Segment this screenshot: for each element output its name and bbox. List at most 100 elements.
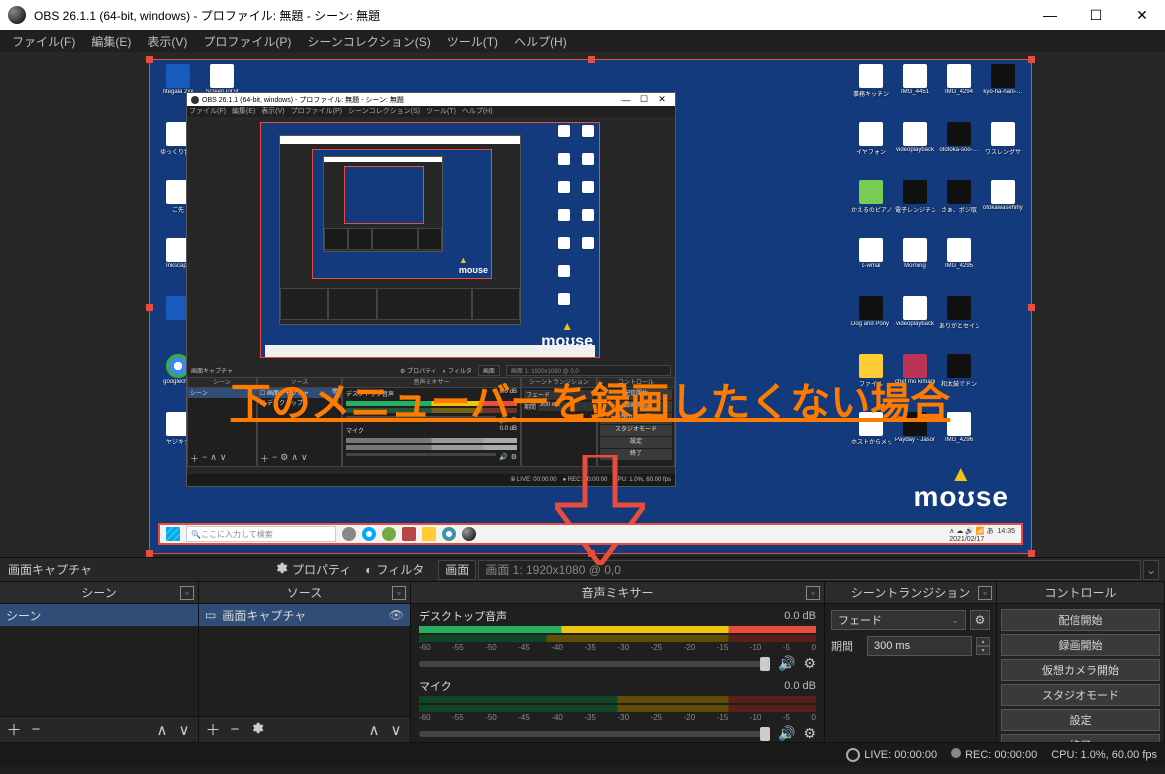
taskbar-app-icon — [442, 527, 456, 541]
volume-slider[interactable] — [419, 731, 770, 737]
audio-meter — [419, 705, 816, 712]
mixer-channel: マイク0.0 dB -60-55-50-45-40-35-30-25-20-15… — [411, 674, 824, 742]
menu-edit[interactable]: 編集(E) — [83, 31, 139, 52]
menu-help[interactable]: ヘルプ(H) — [506, 31, 575, 52]
transitions-dock: シーントランジション▫ フェード⌄ ⚙ 期間 300 ms ▴▾ — [825, 582, 997, 742]
channel-db: 0.0 dB — [784, 680, 816, 692]
selected-source-name: 画面キャプチャ — [6, 561, 266, 578]
menu-tools[interactable]: ツール(T) — [439, 31, 506, 52]
resize-handle[interactable] — [146, 56, 153, 63]
scenes-dock: シーン▫ シーン ＋ − ∧ ∨ — [0, 582, 199, 742]
source-properties-button[interactable] — [247, 720, 267, 740]
channel-settings-icon[interactable]: ⚙ — [803, 655, 816, 672]
resize-handle[interactable] — [588, 550, 595, 557]
add-source-button[interactable]: ＋ — [203, 720, 223, 740]
window-minimize-button[interactable]: — — [1027, 0, 1073, 30]
start-virtual-camera-button[interactable]: 仮想カメラ開始 — [1001, 659, 1160, 681]
transition-settings-button[interactable]: ⚙ — [970, 610, 990, 630]
resize-handle[interactable] — [588, 56, 595, 63]
dock-header: 音声ミキサー▫ — [411, 582, 824, 604]
source-up-button[interactable]: ∧ — [364, 720, 384, 740]
preview-canvas[interactable]: ntegala 2xx ゆっくり音声 ご先 Inkscape googlechr… — [149, 59, 1032, 554]
taskbar-app-icon — [422, 527, 436, 541]
resize-handle[interactable] — [1028, 56, 1035, 63]
resize-handle[interactable] — [1028, 304, 1035, 311]
transition-type-select[interactable]: フェード⌄ — [831, 610, 966, 630]
dock-popout-button[interactable]: ▫ — [806, 586, 820, 600]
dock-popout-button[interactable]: ▫ — [180, 586, 194, 600]
mixer-channel: デスクトップ音声0.0 dB -60-55-50-45-40-35-30-25-… — [411, 604, 824, 674]
start-record-button[interactable]: 録画開始 — [1001, 634, 1160, 656]
duration-spinner[interactable]: ▴▾ — [976, 637, 990, 655]
gear-icon — [274, 561, 288, 578]
taskbar-app-icon — [382, 527, 396, 541]
display-select[interactable]: 画面 1: 1920x1080 @ 0,0 — [478, 560, 1141, 580]
captured-obs-window: OBS 26.1.1 (64-bit, windows) - プロファイル: 無… — [186, 92, 676, 487]
status-cpu: CPU: 1.0%, 60.00 fps — [1051, 749, 1157, 761]
menu-view[interactable]: 表示(V) — [139, 31, 195, 52]
remove-source-button[interactable]: − — [225, 720, 245, 740]
add-scene-button[interactable]: ＋ — [4, 720, 24, 740]
speaker-icon[interactable]: 🔊 — [778, 655, 795, 672]
remove-scene-button[interactable]: − — [26, 720, 46, 740]
audio-mixer-dock: 音声ミキサー▫ デスクトップ音声0.0 dB -60-55-50-45-40-3… — [411, 582, 825, 742]
transition-duration-input[interactable]: 300 ms — [867, 636, 972, 656]
display-dropdown-icon[interactable]: ⌄ — [1143, 560, 1159, 580]
taskbar-tray: ∧ ☁ 🔊 📶 あ 14:352021/02/17 — [949, 526, 1015, 543]
settings-button[interactable]: 設定 — [1001, 709, 1160, 731]
menu-scene-collection[interactable]: シーンコレクション(S) — [299, 31, 438, 52]
dock-popout-button[interactable]: ▫ — [978, 586, 992, 600]
visibility-toggle-icon[interactable]: 👁 — [389, 608, 404, 622]
audio-meter — [419, 626, 816, 633]
properties-button[interactable]: プロパティ — [268, 560, 357, 580]
duration-label: 期間 — [831, 638, 863, 654]
menu-file[interactable]: ファイル(F) — [4, 31, 83, 52]
channel-settings-icon[interactable]: ⚙ — [803, 725, 816, 742]
window-maximize-button[interactable]: ☐ — [1073, 0, 1119, 30]
display-label: 画面 — [438, 560, 476, 580]
resize-handle[interactable] — [146, 550, 153, 557]
source-item[interactable]: ▭ 画面キャプチャ 👁 — [199, 604, 410, 626]
taskbar-app-icon — [342, 527, 356, 541]
filters-button[interactable]: ◐ フィルタ — [359, 560, 430, 580]
channel-name: デスクトップ音声 — [419, 608, 507, 624]
start-stream-button[interactable]: 配信開始 — [1001, 609, 1160, 631]
taskbar-app-icon — [402, 527, 416, 541]
channel-db: 0.0 dB — [784, 610, 816, 622]
volume-slider[interactable] — [419, 661, 770, 667]
taskbar-app-icon — [462, 527, 476, 541]
taskbar-app-icon — [362, 527, 376, 541]
chevron-down-icon: ⌄ — [951, 615, 959, 626]
mouse-logo-large: ▲moʊse — [913, 461, 1009, 513]
window-close-button[interactable]: ✕ — [1119, 0, 1165, 30]
controls-dock: コントロール 配信開始 録画開始 仮想カメラ開始 スタジオモード 設定 終了 — [997, 582, 1165, 742]
source-info-bar: 画面キャプチャ プロパティ ◐ フィルタ 画面 画面 1: 1920x1080 … — [0, 557, 1165, 582]
dock-header: ソース▫ — [199, 582, 410, 604]
preview-area: ntegala 2xx ゆっくり音声 ご先 Inkscape googlechr… — [0, 52, 1165, 557]
studio-mode-button[interactable]: スタジオモード — [1001, 684, 1160, 706]
status-live: LIVE: 00:00:00 — [846, 748, 937, 762]
status-rec: REC: 00:00:00 — [951, 748, 1037, 761]
dock-popout-button[interactable]: ▫ — [392, 586, 406, 600]
menu-profile[interactable]: プロファイル(P) — [195, 31, 299, 52]
resize-handle[interactable] — [146, 304, 153, 311]
channel-name: マイク — [419, 678, 452, 694]
speaker-icon[interactable]: 🔊 — [778, 725, 795, 742]
scene-up-button[interactable]: ∧ — [152, 720, 172, 740]
menubar: ファイル(F) 編集(E) 表示(V) プロファイル(P) シーンコレクション(… — [0, 30, 1165, 52]
filters-icon: ◐ — [365, 563, 372, 577]
captured-desktop-icons-right: 事務キッチンイヤフォンかえるのピアノc-wmalDog and Pony Sho… — [847, 64, 1023, 513]
source-down-button[interactable]: ∨ — [386, 720, 406, 740]
scene-down-button[interactable]: ∨ — [174, 720, 194, 740]
audio-meter — [419, 635, 816, 642]
sources-dock: ソース▫ ▭ 画面キャプチャ 👁 ＋ − ∧ ∨ — [199, 582, 411, 742]
taskbar-start-icon — [166, 527, 180, 541]
dock-header: コントロール — [997, 582, 1164, 604]
captured-windows-taskbar: 🔍 ここに入力して検索 ∧ ☁ 🔊 📶 あ 14:352021/02/17 — [158, 523, 1023, 545]
resize-handle[interactable] — [1028, 550, 1035, 557]
exit-button[interactable]: 終了 — [1001, 734, 1160, 742]
scene-item[interactable]: シーン — [0, 604, 198, 626]
obs-logo-icon — [8, 6, 26, 24]
window-titlebar: OBS 26.1.1 (64-bit, windows) - プロファイル: 無… — [0, 0, 1165, 30]
source-type-icon: ▭ — [205, 608, 216, 622]
